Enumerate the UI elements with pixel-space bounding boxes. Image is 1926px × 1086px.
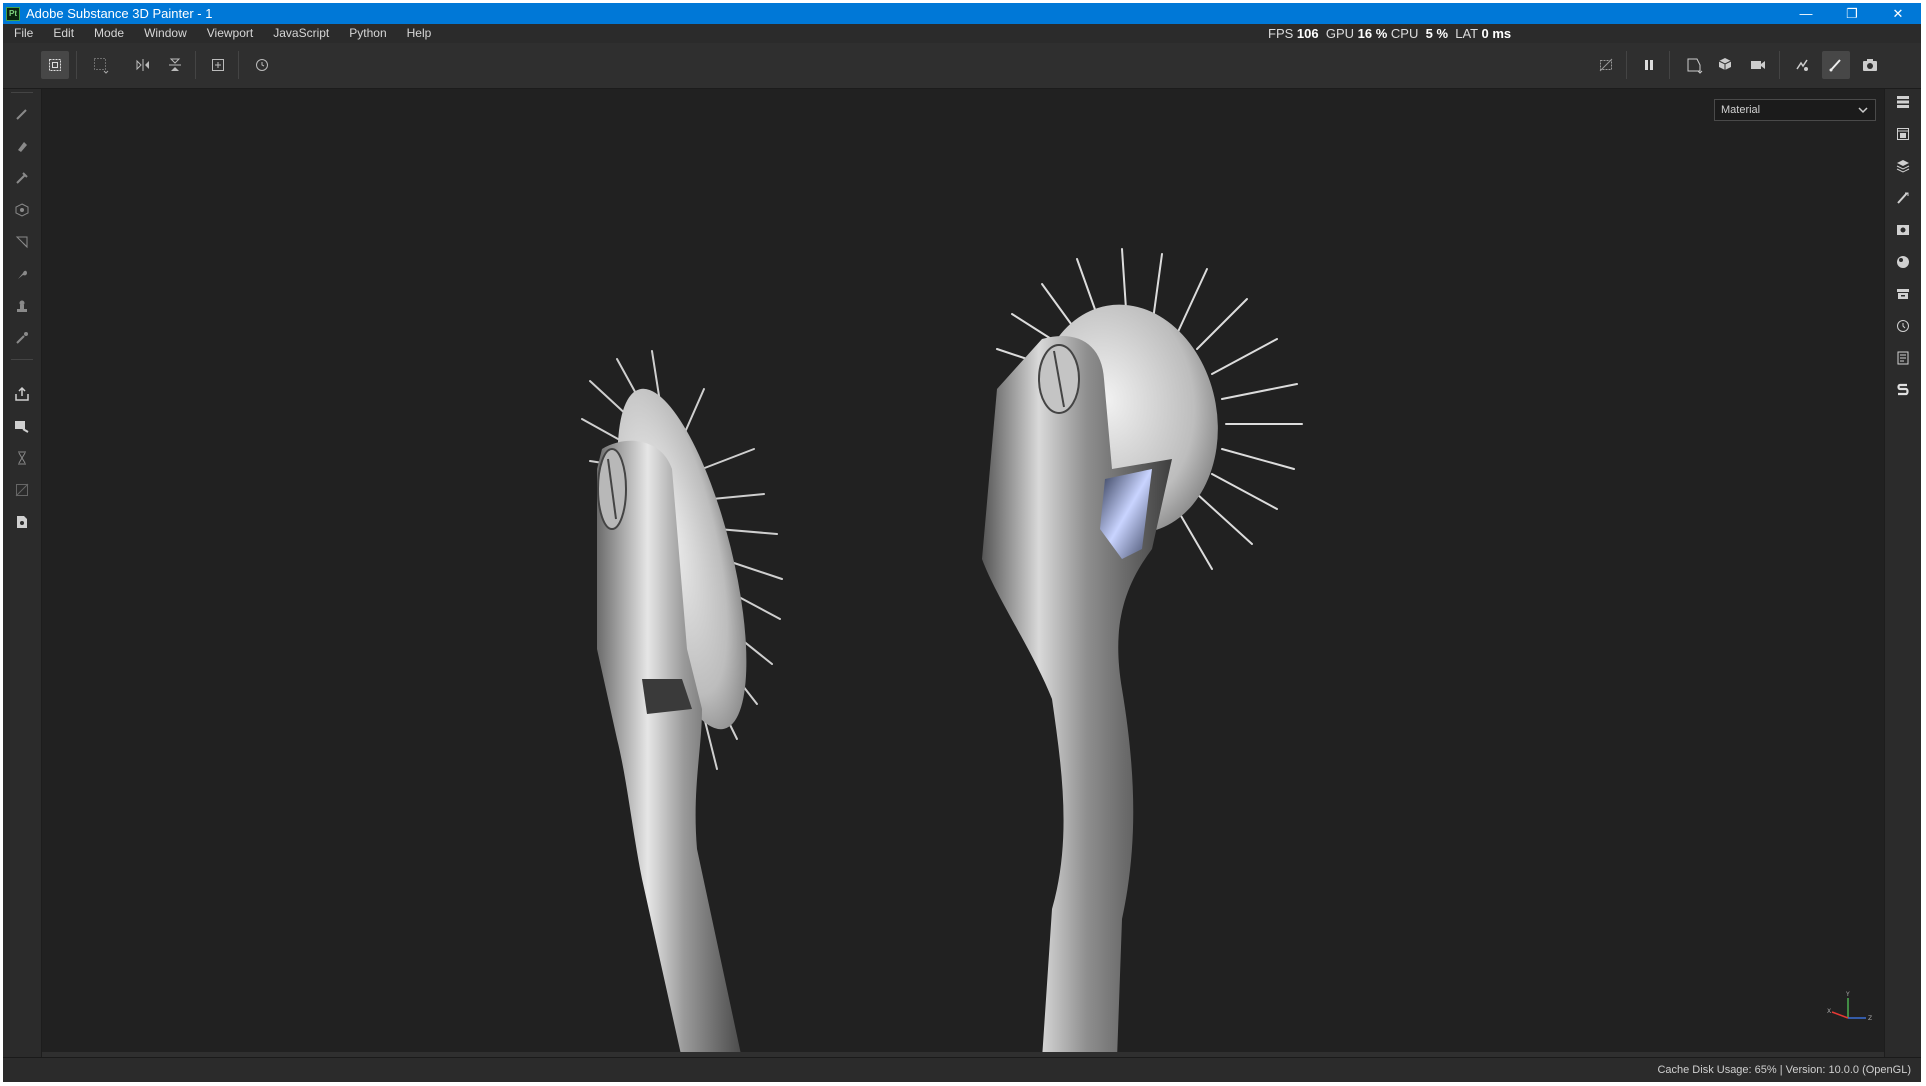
axis-gizmo: Y X Z	[1827, 991, 1872, 1022]
menu-viewport[interactable]: Viewport	[197, 24, 263, 43]
screenshot-icon[interactable]	[1856, 51, 1884, 79]
paint-icon[interactable]	[8, 101, 36, 127]
menu-mode[interactable]: Mode	[84, 24, 134, 43]
substance-icon[interactable]	[1889, 377, 1917, 403]
properties-icon[interactable]	[1889, 185, 1917, 211]
viewport-mode-select[interactable]: Material	[1714, 99, 1876, 121]
toolbar-divider	[238, 51, 239, 79]
polygon-fill-icon[interactable]	[8, 229, 36, 255]
panels-sidebar	[1884, 89, 1921, 1058]
tools-divider	[11, 359, 33, 360]
fps-label: FPS	[1268, 26, 1294, 41]
layers-icon[interactable]	[1889, 153, 1917, 179]
clone-icon[interactable]	[8, 293, 36, 319]
tools-divider	[11, 92, 33, 93]
history-icon[interactable]	[1889, 313, 1917, 339]
render-icon[interactable]	[1788, 51, 1816, 79]
toolbar-divider	[195, 51, 196, 79]
smudge-icon[interactable]	[8, 261, 36, 287]
tools-sidebar	[3, 89, 42, 1058]
toolbar-divider	[1669, 51, 1670, 79]
menu-bar: File Edit Mode Window Viewport JavaScrip…	[3, 24, 1921, 43]
selection-icon[interactable]	[87, 51, 115, 79]
status-bar: Cache Disk Usage: 65% | Version: 10.0.0 …	[3, 1057, 1921, 1082]
export-icon[interactable]	[8, 509, 36, 535]
log-icon[interactable]	[1889, 345, 1917, 371]
menu-help[interactable]: Help	[397, 24, 442, 43]
uv-icon[interactable]	[8, 477, 36, 503]
frame-icon[interactable]	[204, 51, 232, 79]
window-controls: — ❐ ✕	[1783, 3, 1921, 24]
cpu-value: 5 %	[1425, 26, 1449, 41]
camera-icon[interactable]	[1744, 51, 1772, 79]
3d-viewport[interactable]: Material Y X Z	[42, 89, 1884, 1052]
menu-edit[interactable]: Edit	[43, 24, 84, 43]
lat-value: 0 ms	[1481, 26, 1512, 41]
restore-button[interactable]: ❐	[1829, 3, 1875, 24]
cube-icon[interactable]	[1712, 51, 1740, 79]
display-settings-icon[interactable]	[1889, 217, 1917, 243]
transform-icon[interactable]	[41, 51, 69, 79]
toolbar-divider	[76, 51, 77, 79]
menu-file[interactable]: File	[3, 24, 43, 43]
shader-icon[interactable]	[1889, 249, 1917, 275]
assets-icon[interactable]	[1889, 281, 1917, 307]
color-picker-icon[interactable]	[8, 325, 36, 351]
performance-stats: FPS 106 GPU 16 % CPU 5 % LAT 0 ms	[1268, 24, 1511, 43]
texture-set-icon[interactable]	[1889, 121, 1917, 147]
projection-icon[interactable]	[8, 165, 36, 191]
app-window: Pt Adobe Substance 3D Painter - 1 — ❐ ✕ …	[3, 3, 1921, 1082]
title-bar: Pt Adobe Substance 3D Painter - 1 — ❐ ✕	[3, 3, 1921, 24]
cpu-label: CPU	[1390, 26, 1419, 41]
model-render	[581, 248, 1303, 1052]
material-picker-icon[interactable]	[8, 413, 36, 439]
bake-icon[interactable]	[8, 381, 36, 407]
main-toolbar	[3, 43, 1921, 89]
display-icon[interactable]	[1680, 51, 1708, 79]
toolbar-divider	[1779, 51, 1780, 79]
mirror-x-icon[interactable]	[129, 51, 157, 79]
lat-label: LAT	[1455, 26, 1478, 41]
layers-stack-icon[interactable]	[1889, 89, 1917, 115]
mirror-y-icon[interactable]	[161, 51, 189, 79]
app-logo-icon: Pt	[6, 6, 20, 21]
close-button[interactable]: ✕	[1875, 3, 1921, 24]
pause-icon[interactable]	[1635, 51, 1663, 79]
menu-javascript[interactable]: JavaScript	[263, 24, 339, 43]
gpu-value: 16 %	[1357, 26, 1388, 41]
fps-value: 106	[1296, 26, 1319, 41]
geometry-fill-icon[interactable]	[8, 197, 36, 223]
menu-window[interactable]: Window	[134, 24, 197, 43]
window-title: Adobe Substance 3D Painter - 1	[26, 6, 213, 21]
menu-python[interactable]: Python	[339, 24, 396, 43]
eraser-icon[interactable]	[8, 133, 36, 159]
reset-icon[interactable]	[248, 51, 276, 79]
toolbar-divider	[1626, 51, 1627, 79]
brush-icon[interactable]	[1822, 51, 1850, 79]
axis-x-label: X	[1827, 1008, 1831, 1015]
minimize-button[interactable]: —	[1783, 3, 1829, 24]
viewport-mode-value: Material	[1721, 104, 1761, 116]
hide-icon[interactable]	[1592, 51, 1620, 79]
axis-z-label: Z	[1868, 1015, 1872, 1022]
axis-y-label: Y	[1845, 991, 1850, 998]
chevron-down-icon	[1858, 107, 1868, 114]
status-cache-version: Cache Disk Usage: 65% | Version: 10.0.0 …	[1657, 1064, 1911, 1076]
gpu-label: GPU	[1325, 26, 1355, 41]
measure-icon[interactable]	[8, 445, 36, 471]
